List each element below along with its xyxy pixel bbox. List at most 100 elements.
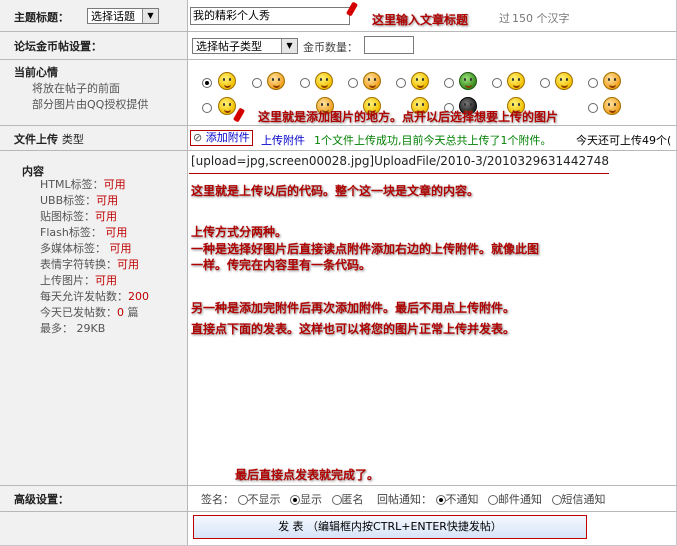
content-annotation-6: 直接点下面的发表。这样也可以将您的图片正常上传并发表。 xyxy=(191,322,516,336)
content-annotation-2: 上传方式分两种。 xyxy=(191,225,288,239)
mood-radio[interactable] xyxy=(348,78,358,88)
upload-status: 1个文件上传成功,目前今天总共上传了1个附件。 xyxy=(314,134,552,147)
today-count: 今天已发帖数：0 篇 xyxy=(40,306,139,319)
coin-amount-input[interactable] xyxy=(364,36,414,54)
upload-label: 文件上传 类型 xyxy=(14,133,84,146)
mood-radio[interactable] xyxy=(300,78,310,88)
submit-button[interactable]: 发 表 （编辑框内按CTRL+ENTER快捷发帖） xyxy=(193,515,587,539)
mood-radio[interactable] xyxy=(588,103,598,113)
option-html: HTML标签：可用 xyxy=(40,178,126,191)
content-label-cell: 内容 HTML标签：可用 UBB标签：可用 贴图标签：可用 Flash标签： 可… xyxy=(0,151,188,485)
advanced-label-cell: 高级设置： xyxy=(0,486,188,511)
coin-amount-label: 金币数量： xyxy=(303,41,358,54)
sign-show-radio[interactable] xyxy=(290,495,300,505)
advanced-row: 高级设置： 签名： 不显示 显示 匿名 回帖通知： 不通知 邮件通知 短信通知 xyxy=(0,486,677,512)
coin-label: 论坛金币帖设置： xyxy=(14,40,102,53)
face-icon xyxy=(315,72,333,90)
reply-none-label: 不通知 xyxy=(445,493,479,506)
face-icon xyxy=(459,72,477,90)
face-icon xyxy=(555,72,573,90)
sign-hide-radio[interactable] xyxy=(237,495,248,505)
title-annotation: 这里输入文章标题 xyxy=(372,13,469,27)
coin-label-cell: 论坛金币帖设置： xyxy=(0,32,188,59)
content-editor[interactable]: [upload=jpg,screen00028.jpg]UploadFile/2… xyxy=(189,153,676,483)
upload-remaining: 今天还可上传49个( xyxy=(576,134,672,147)
mood-label-cell: 当前心情 将放在帖子的前面 部分图片由QQ授权提供 xyxy=(0,60,188,125)
mood-radio[interactable] xyxy=(540,78,550,88)
submit-label-cell xyxy=(0,512,188,545)
option-media: 多媒体标签： 可用 xyxy=(40,242,132,255)
mood-annotation: 这里就是添加图片的地方。点开以后选择想要上传的图片 xyxy=(258,110,559,124)
topic-select[interactable]: 选择话题 ▼ xyxy=(87,8,159,24)
final-annotation: 最后直接点发表就完成了。 xyxy=(235,468,380,482)
option-flash: Flash标签： 可用 xyxy=(40,226,128,239)
content-annotation-3: 一种是选择好图片后直接读点附件添加右边的上传附件。就像此图 xyxy=(191,242,540,256)
max-size: 最多： 29KB xyxy=(40,322,106,335)
mood-radio[interactable] xyxy=(252,78,262,88)
reply-none-radio[interactable] xyxy=(435,495,446,505)
reply-email-radio[interactable] xyxy=(488,495,498,505)
daily-limit: 每天允许发帖数：200 xyxy=(40,290,149,303)
mood-radio[interactable] xyxy=(444,78,454,88)
option-emoticon: 表情字符转换：可用 xyxy=(40,258,139,271)
upload-row: 文件上传 类型 ⊘ 添加附件 上传附件 1个文件上传成功,目前今天总共上传了1个… xyxy=(0,126,677,151)
add-attachment-button[interactable]: ⊘ 添加附件 xyxy=(190,130,253,146)
paperclip-icon: ⊘ xyxy=(193,131,203,144)
content-annotation-5: 另一种是添加完附件后再次添加附件。最后不用点上传附件。 xyxy=(191,301,516,315)
mood-radio[interactable] xyxy=(202,103,212,113)
face-icon xyxy=(363,72,381,90)
topic-row: 主题标题： 选择话题 ▼ 我的精彩个人秀 过 150 个汉字 这里输入文章标题 xyxy=(0,0,677,32)
content-options: HTML标签：可用 UBB标签：可用 贴图标签：可用 Flash标签： 可用 多… xyxy=(40,177,149,337)
title-limit: 150 个汉字 xyxy=(512,12,570,25)
advanced-options: 签名： 不显示 显示 匿名 回帖通知： 不通知 邮件通知 短信通知 xyxy=(201,491,606,507)
option-img: 贴图标签：可用 xyxy=(40,210,117,223)
title-input[interactable]: 我的精彩个人秀 xyxy=(190,7,350,25)
mood-radio[interactable] xyxy=(492,78,502,88)
face-icon xyxy=(267,72,285,90)
mood-desc-1: 将放在帖子的前面 xyxy=(32,82,120,95)
sign-label: 签名： xyxy=(201,493,234,506)
add-attachment-label: 添加附件 xyxy=(205,131,250,144)
face-icon xyxy=(603,97,621,115)
pen-icon xyxy=(345,1,359,17)
mood-desc-2: 部分图片由QQ授权提供 xyxy=(32,98,149,111)
post-type-select[interactable]: 选择帖子类型 ▼ xyxy=(192,38,298,54)
mood-radio[interactable] xyxy=(396,78,406,88)
sign-anon-label: 匿名 xyxy=(341,493,364,506)
face-icon xyxy=(507,72,525,90)
upload-label-cell: 文件上传 类型 xyxy=(0,126,188,150)
face-icon xyxy=(603,72,621,90)
content-row: 内容 HTML标签：可用 UBB标签：可用 贴图标签：可用 Flash标签： 可… xyxy=(0,151,677,486)
coin-row: 论坛金币帖设置： 选择帖子类型 ▼ 金币数量： xyxy=(0,32,677,60)
upload-attachment-link[interactable]: 上传附件 xyxy=(261,132,305,148)
topic-select-value: 选择话题 xyxy=(91,10,135,23)
submit-row: 发 表 （编辑框内按CTRL+ENTER快捷发帖） xyxy=(0,512,677,545)
chevron-down-icon: ▼ xyxy=(281,39,297,53)
smile-face-icon xyxy=(218,72,236,90)
advanced-label: 高级设置： xyxy=(14,493,69,506)
title-input-value: 我的精彩个人秀 xyxy=(193,9,270,22)
title-limit-prefix: 过 xyxy=(499,12,510,25)
content-annotation-1: 这里就是上传以后的代码。整个这一块是文章的内容。 xyxy=(191,184,480,198)
sign-show-label: 显示 xyxy=(300,493,322,506)
mood-radio[interactable] xyxy=(588,78,598,88)
chevron-down-icon: ▼ xyxy=(142,9,158,23)
reply-sms-radio[interactable] xyxy=(551,495,562,505)
option-upload: 上传图片：可用 xyxy=(40,274,117,287)
sign-anon-radio[interactable] xyxy=(331,495,342,505)
post-form: 主题标题： 选择话题 ▼ 我的精彩个人秀 过 150 个汉字 这里输入文章标题 … xyxy=(0,0,677,546)
face-icon xyxy=(411,72,429,90)
mood-label: 当前心情 xyxy=(14,66,58,79)
reply-email-label: 邮件通知 xyxy=(498,493,542,506)
reply-sms-label: 短信通知 xyxy=(561,493,606,506)
option-ubb: UBB标签：可用 xyxy=(40,194,119,207)
topic-label: 主题标题： xyxy=(14,11,69,24)
sign-hide-label: 不显示 xyxy=(247,493,281,506)
post-type-select-value: 选择帖子类型 xyxy=(196,40,262,53)
reply-label: 回帖通知： xyxy=(377,493,432,506)
editor-underline xyxy=(189,173,609,174)
mood-row: 当前心情 将放在帖子的前面 部分图片由QQ授权提供 这里就是添加图片的地方。点开… xyxy=(0,60,677,126)
face-icon xyxy=(218,97,236,115)
content-annotation-4: 一样。传完在内容里有一条代码。 xyxy=(191,258,372,272)
mood-radio[interactable] xyxy=(202,78,212,88)
